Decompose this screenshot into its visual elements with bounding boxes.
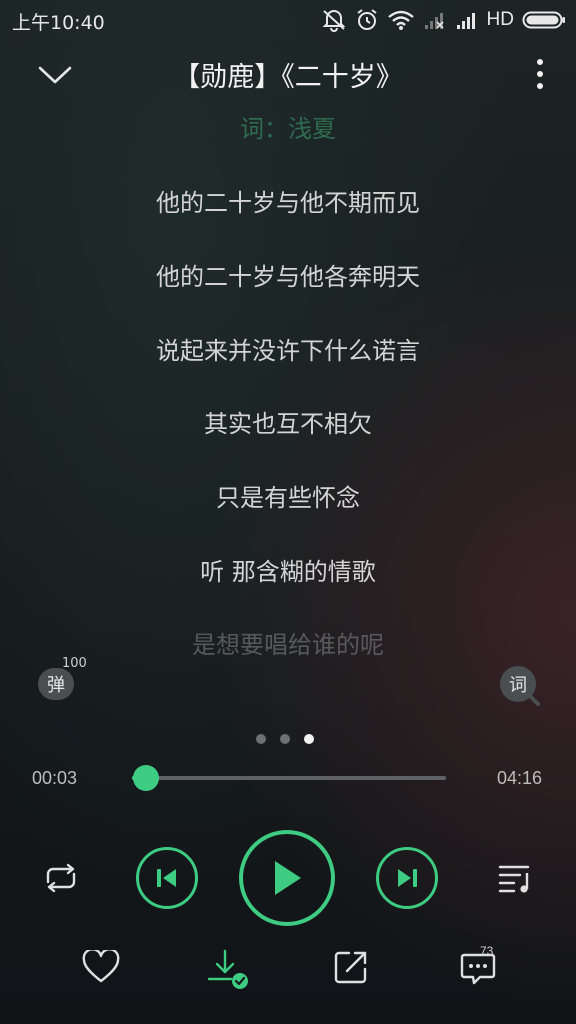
- progress-thumb[interactable]: [133, 765, 160, 791]
- like-button[interactable]: [80, 946, 122, 988]
- danmu-button[interactable]: 弹 100: [36, 656, 87, 704]
- mute-icon: [322, 10, 345, 32]
- alarm-icon: [356, 9, 377, 30]
- page-indicator: [256, 734, 314, 744]
- wifi-icon: [387, 10, 414, 30]
- page-dot[interactable]: [280, 734, 290, 744]
- lyric-line: 听 那含糊的情歌: [200, 558, 376, 586]
- repeat-mode-button[interactable]: [36, 856, 86, 900]
- lyric-line: 说起来并没许下什么诺言: [156, 337, 420, 365]
- lyric-line: 其实也互不相欠: [204, 410, 372, 438]
- playlist-icon: [498, 865, 530, 893]
- song-title: 【勋鹿】《二十岁》: [173, 62, 403, 93]
- comment-count: 73: [480, 944, 494, 958]
- repeat-icon: [46, 863, 76, 893]
- danmu-count: 100: [62, 656, 87, 671]
- more-vertical-icon: [537, 59, 543, 65]
- page-dot[interactable]: [304, 734, 314, 744]
- signal-icon: [456, 13, 475, 29]
- comment-button[interactable]: [454, 946, 502, 990]
- status-bar: 上午10:40 HD: [0, 0, 576, 40]
- playlist-button[interactable]: [492, 856, 540, 900]
- heart-icon: [82, 950, 120, 983]
- previous-button[interactable]: [136, 847, 198, 909]
- next-button[interactable]: [376, 847, 438, 909]
- more-options-button[interactable]: [522, 55, 558, 93]
- battery-icon: [522, 11, 565, 29]
- danmu-icon: 弹: [38, 668, 74, 700]
- download-button[interactable]: [204, 946, 252, 992]
- signal-weak-icon: [424, 13, 444, 29]
- status-time: 上午10:40: [12, 12, 105, 34]
- lyric-line: 他的二十岁与他各奔明天: [156, 263, 420, 291]
- magnifier-handle-icon: [526, 692, 540, 706]
- downloaded-icon: [207, 949, 248, 989]
- skip-previous-icon: [157, 869, 176, 887]
- share-icon: [334, 951, 367, 984]
- network-type: HD: [486, 9, 514, 30]
- lyric-line: 他的二十岁与他不期而见: [156, 189, 420, 217]
- collapse-button[interactable]: [34, 58, 76, 92]
- chevron-down-icon: [38, 66, 72, 84]
- current-time: 00:03: [32, 768, 78, 788]
- page-dot[interactable]: [256, 734, 266, 744]
- status-icons: HD: [321, 6, 566, 34]
- share-button[interactable]: [330, 946, 372, 988]
- lyric-line-faded: 是想要唱给谁的呢: [192, 631, 384, 659]
- lyric-search-button[interactable]: 词: [500, 666, 542, 706]
- progress-bar[interactable]: [132, 765, 446, 791]
- play-icon: [275, 861, 301, 895]
- skip-next-icon: [398, 869, 417, 887]
- play-button[interactable]: [239, 830, 335, 926]
- total-time: 04:16: [497, 768, 543, 788]
- lyric-line: 只是有些怀念: [216, 484, 360, 512]
- lyric-credit: 词：浅夏: [240, 115, 336, 143]
